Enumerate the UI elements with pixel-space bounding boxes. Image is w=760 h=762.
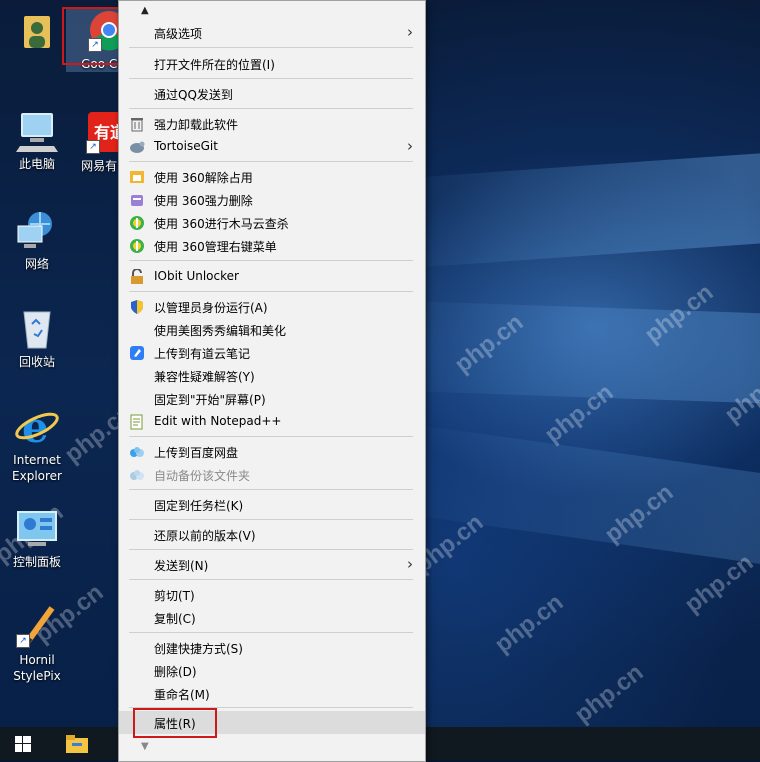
iobit-unlocker-icon [129, 268, 145, 285]
menu-separator [129, 108, 413, 109]
wallpaper-light-beam [376, 117, 760, 270]
menu-separator [129, 161, 413, 162]
menu-separator [129, 260, 413, 261]
watermark: php.cn [489, 588, 569, 659]
start-button[interactable] [0, 727, 48, 760]
menu-item-360-context-menu-manager[interactable]: 使用 360管理右键菜单 [119, 234, 425, 257]
360-scan-icon [129, 215, 145, 231]
menu-item-cut[interactable]: 剪切(T) [119, 583, 425, 606]
chevron-right-icon: › [407, 137, 413, 155]
notepadpp-icon [129, 414, 145, 430]
menu-item-send-via-qq[interactable]: 通过QQ发送到 [119, 82, 425, 105]
chevron-right-icon: › [407, 23, 413, 41]
360-unlock-icon [129, 169, 145, 185]
menu-item-meitu-edit[interactable]: 使用美图秀秀编辑和美化 [119, 318, 425, 341]
internet-explorer-icon: e [14, 403, 60, 452]
desktop-icon-recycle-bin[interactable]: 回收站 [0, 306, 80, 370]
watermark: php.cn [569, 658, 649, 729]
trash-icon [129, 116, 145, 132]
tortoisegit-icon [129, 139, 145, 155]
menu-item-run-as-admin[interactable]: 以管理员身份运行(A) [119, 295, 425, 318]
menu-item-send-to[interactable]: 发送到(N) › [119, 553, 425, 576]
menu-item-rename[interactable]: 重命名(M) [119, 682, 425, 705]
360-menu-icon [129, 238, 145, 254]
menu-item-auto-backup-folder: 自动备份该文件夹 [119, 463, 425, 486]
menu-scroll-down-button[interactable]: ▼ [141, 741, 149, 752]
menu-item-create-shortcut[interactable]: 创建快捷方式(S) [119, 636, 425, 659]
desktop-icon-internet-explorer[interactable]: e Internet Explorer [0, 403, 80, 484]
menu-item-advanced-options[interactable]: 高级选项 › [119, 21, 425, 44]
menu-item-restore-previous-versions[interactable]: 还原以前的版本(V) [119, 523, 425, 546]
menu-separator [129, 632, 413, 633]
menu-item-compatibility-troubleshoot[interactable]: 兼容性疑难解答(Y) [119, 364, 425, 387]
youdao-note-icon [129, 345, 145, 361]
context-menu: ▲ 高级选项 › 打开文件所在的位置(I) 通过QQ发送到 强力卸载此软件 To… [118, 0, 426, 762]
menu-item-copy[interactable]: 复制(C) [119, 606, 425, 629]
file-explorer-icon [66, 735, 88, 753]
user-folder-icon [14, 10, 60, 54]
menu-item-youdao-note-upload[interactable]: 上传到有道云笔记 [119, 341, 425, 364]
menu-item-tortoisegit[interactable]: TortoiseGit › [119, 135, 425, 158]
uac-shield-icon [129, 299, 145, 315]
shortcut-arrow-icon: ↗ [16, 634, 30, 648]
baidu-netdisk-icon [129, 444, 145, 460]
network-icon [14, 208, 60, 252]
menu-separator [129, 579, 413, 580]
baidu-backup-icon [129, 467, 145, 483]
shortcut-arrow-icon: ↗ [86, 140, 100, 154]
windows-logo-icon [15, 736, 31, 752]
properties-highlight-box [133, 708, 217, 738]
menu-separator [129, 291, 413, 292]
watermark: php.cn [679, 548, 759, 619]
chevron-right-icon: › [407, 555, 413, 573]
menu-separator [129, 47, 413, 48]
menu-item-force-uninstall[interactable]: 强力卸载此软件 [119, 112, 425, 135]
desktop-icon-network[interactable]: 网络 [0, 208, 80, 272]
menu-item-delete[interactable]: 删除(D) [119, 659, 425, 682]
menu-separator [129, 78, 413, 79]
menu-scroll-up-button[interactable]: ▲ [141, 5, 149, 16]
menu-separator [129, 436, 413, 437]
360-delete-icon [129, 192, 145, 208]
desktop-icon-control-panel[interactable]: 控制面板 [0, 506, 80, 570]
menu-item-edit-with-notepadpp[interactable]: Edit with Notepad++ [119, 410, 425, 433]
menu-item-upload-baidu-netdisk[interactable]: 上传到百度网盘 [119, 440, 425, 463]
desktop-icon-stylepix[interactable]: ↗ Hornil StylePix [0, 604, 80, 684]
recycle-bin-icon [14, 306, 60, 350]
menu-separator [129, 519, 413, 520]
menu-item-360-trojan-scan[interactable]: 使用 360进行木马云查杀 [119, 211, 425, 234]
taskbar-file-explorer[interactable] [58, 727, 98, 760]
control-panel-icon [14, 506, 60, 550]
computer-icon [14, 108, 60, 152]
menu-item-open-file-location[interactable]: 打开文件所在的位置(I) [119, 52, 425, 75]
menu-item-pin-to-taskbar[interactable]: 固定到任务栏(K) [119, 493, 425, 516]
svg-text:e: e [22, 404, 49, 448]
menu-separator [129, 489, 413, 490]
menu-item-pin-to-start[interactable]: 固定到"开始"屏幕(P) [119, 387, 425, 410]
menu-separator [129, 549, 413, 550]
stylepix-icon: ↗ [14, 604, 60, 648]
menu-item-360-unlock[interactable]: 使用 360解除占用 [119, 165, 425, 188]
menu-item-360-force-delete[interactable]: 使用 360强力删除 [119, 188, 425, 211]
menu-item-iobit-unlocker[interactable]: IObit Unlocker [119, 265, 425, 288]
